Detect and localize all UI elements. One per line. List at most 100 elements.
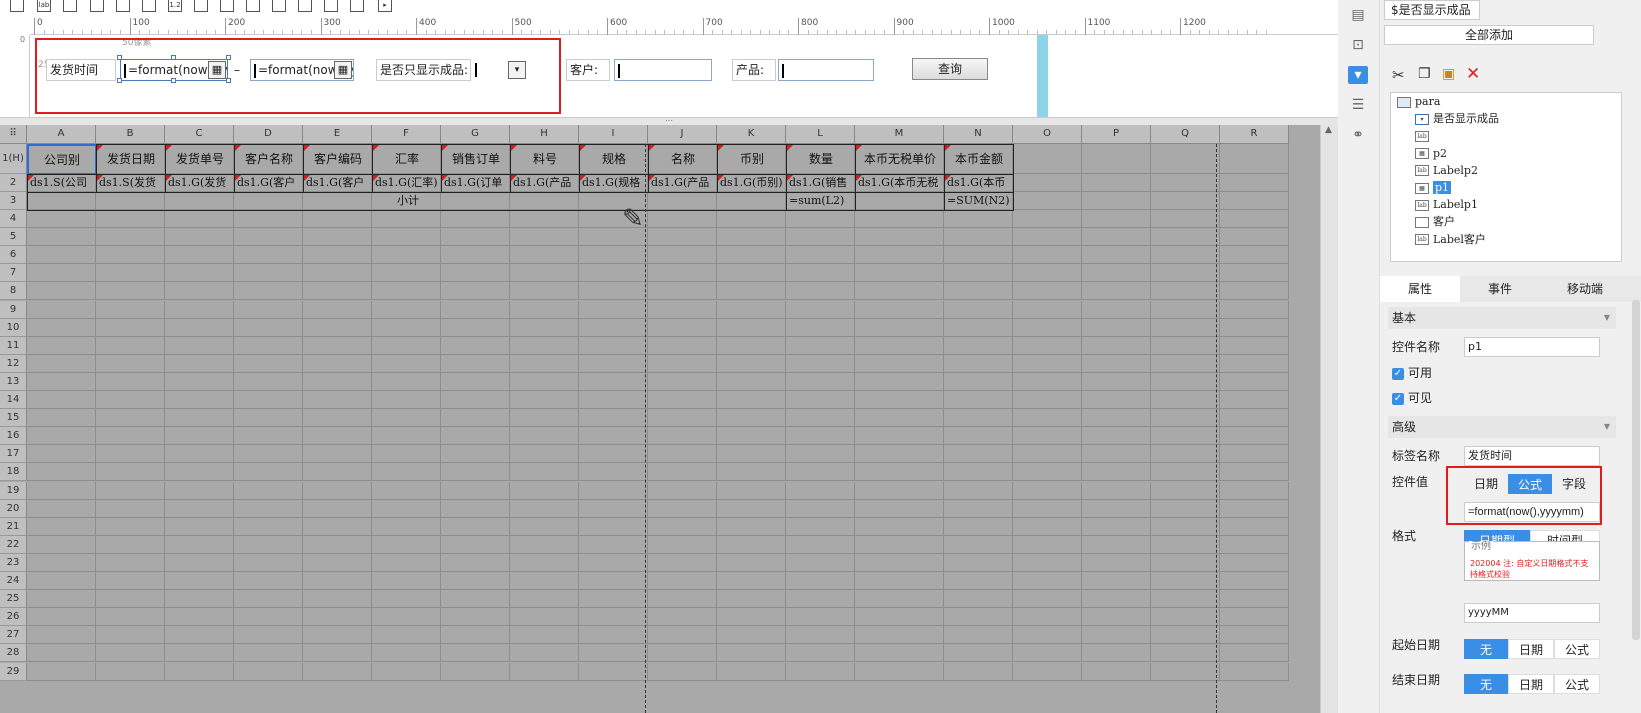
grid-cell[interactable]	[303, 409, 372, 428]
grid-cell[interactable]	[303, 662, 372, 681]
grid-cell[interactable]	[579, 445, 648, 464]
grid-cell[interactable]	[1013, 354, 1082, 373]
grid-cell[interactable]	[579, 608, 648, 627]
grid-cell[interactable]	[303, 517, 372, 536]
grid-cell[interactable]	[165, 572, 234, 591]
grid-cell[interactable]	[303, 535, 372, 554]
grid-cell[interactable]	[648, 572, 717, 591]
grid-cell[interactable]	[96, 535, 165, 554]
grid-cell[interactable]	[165, 264, 234, 283]
grid-cell[interactable]	[165, 553, 234, 572]
grid-cell[interactable]	[786, 662, 855, 681]
grid-cell[interactable]	[303, 246, 372, 265]
header-cell[interactable]: 本币无税单价	[855, 144, 945, 175]
grid-cell[interactable]	[786, 517, 855, 536]
grid-cell[interactable]	[372, 336, 441, 355]
grid-cell[interactable]	[786, 210, 855, 229]
grid-cell[interactable]	[1013, 246, 1082, 265]
grid-cell[interactable]	[234, 590, 303, 609]
header-cell[interactable]: 销售订单	[441, 144, 511, 175]
grid-cell[interactable]	[234, 354, 303, 373]
grid-cell[interactable]	[303, 282, 372, 301]
grid-cell[interactable]	[96, 662, 165, 681]
grid-cell[interactable]	[441, 318, 510, 337]
grid-cell[interactable]	[855, 372, 944, 391]
header-cell[interactable]: 发货日期	[96, 144, 166, 175]
grid-cell[interactable]	[786, 481, 855, 500]
grid-cell[interactable]	[855, 608, 944, 627]
grid-cell[interactable]	[1220, 572, 1289, 591]
grid-cell[interactable]	[372, 282, 441, 301]
grid-cell[interactable]	[648, 409, 717, 428]
grid-cell[interactable]	[165, 210, 234, 229]
grid-cell[interactable]	[1220, 409, 1289, 428]
grid-cell[interactable]	[1151, 608, 1220, 627]
column-header-P[interactable]: P	[1082, 125, 1151, 144]
column-header-G[interactable]: G	[441, 125, 510, 144]
grid-cell[interactable]	[1082, 553, 1151, 572]
grid-cell[interactable]	[786, 372, 855, 391]
grid-cell[interactable]	[717, 626, 786, 645]
tree-node[interactable]: ▦ p2	[1415, 145, 1447, 162]
grid-cell[interactable]	[96, 228, 165, 247]
grid-cell[interactable]	[372, 300, 441, 319]
grid-cell[interactable]	[1151, 264, 1220, 283]
grid-cell[interactable]	[1151, 481, 1220, 500]
button-widget-icon[interactable]	[116, 0, 130, 12]
row-header[interactable]: 21	[0, 517, 27, 536]
grid-cell[interactable]	[165, 409, 234, 428]
grid-cell[interactable]	[27, 590, 96, 609]
grid-cell[interactable]	[96, 300, 165, 319]
grid-cell[interactable]	[579, 427, 648, 446]
grid-cell[interactable]	[165, 662, 234, 681]
grid-cell[interactable]	[510, 445, 579, 464]
row-header[interactable]: 2	[0, 174, 27, 192]
end-date-formula[interactable]: 公式	[1554, 674, 1600, 694]
grid-cell[interactable]	[441, 210, 510, 229]
grid-cell[interactable]	[96, 626, 165, 645]
grid-cell[interactable]	[717, 445, 786, 464]
data-cell[interactable]: ds1.G(客户	[234, 174, 304, 193]
grid-cell[interactable]	[1082, 318, 1151, 337]
hyperlink-icon[interactable]: ⚭	[1348, 126, 1368, 144]
start-date-date[interactable]: 日期	[1508, 639, 1554, 659]
grid-cell[interactable]	[372, 210, 441, 229]
row-header[interactable]: 28	[0, 644, 27, 663]
grid-cell[interactable]	[1082, 427, 1151, 446]
grid-cell[interactable]	[1220, 264, 1289, 283]
grid-cell[interactable]	[786, 409, 855, 428]
panel-scrollbar[interactable]	[1632, 300, 1640, 640]
tag-name-input[interactable]: 发货时间	[1464, 446, 1600, 466]
grid-cell[interactable]	[303, 354, 372, 373]
textbox-widget-icon[interactable]	[63, 0, 77, 12]
grid-cell[interactable]	[855, 318, 944, 337]
grid-cell[interactable]	[944, 572, 1013, 591]
grid-cell[interactable]	[372, 572, 441, 591]
grid-cell[interactable]	[648, 535, 717, 554]
grid-cell[interactable]	[165, 535, 234, 554]
column-header-R[interactable]: R	[1220, 125, 1289, 144]
grid-cell[interactable]	[1220, 590, 1289, 609]
grid-cell[interactable]	[579, 499, 648, 518]
header-cell[interactable]: 名称	[648, 144, 718, 175]
grid-cell[interactable]	[717, 608, 786, 627]
grid-cell[interactable]	[1220, 228, 1289, 247]
grid-cell[interactable]	[27, 427, 96, 446]
grid-cell[interactable]	[1151, 282, 1220, 301]
column-header-O[interactable]: O	[1013, 125, 1082, 144]
header-cell[interactable]: 汇率	[372, 144, 442, 175]
grid-cell[interactable]	[372, 228, 441, 247]
grid-cell[interactable]	[165, 246, 234, 265]
grid-cell[interactable]	[1082, 590, 1151, 609]
grid-cell[interactable]	[165, 228, 234, 247]
grid-cell[interactable]	[944, 590, 1013, 609]
grid-cell[interactable]	[717, 210, 786, 229]
column-header-L[interactable]: L	[786, 125, 855, 144]
grid-cell[interactable]	[165, 590, 234, 609]
grid-cell[interactable]	[27, 300, 96, 319]
grid-cell[interactable]	[234, 282, 303, 301]
grid-cell[interactable]	[944, 626, 1013, 645]
header-cell[interactable]: 客户编码	[303, 144, 373, 175]
grid-cell[interactable]	[944, 336, 1013, 355]
grid-cell[interactable]	[234, 445, 303, 464]
